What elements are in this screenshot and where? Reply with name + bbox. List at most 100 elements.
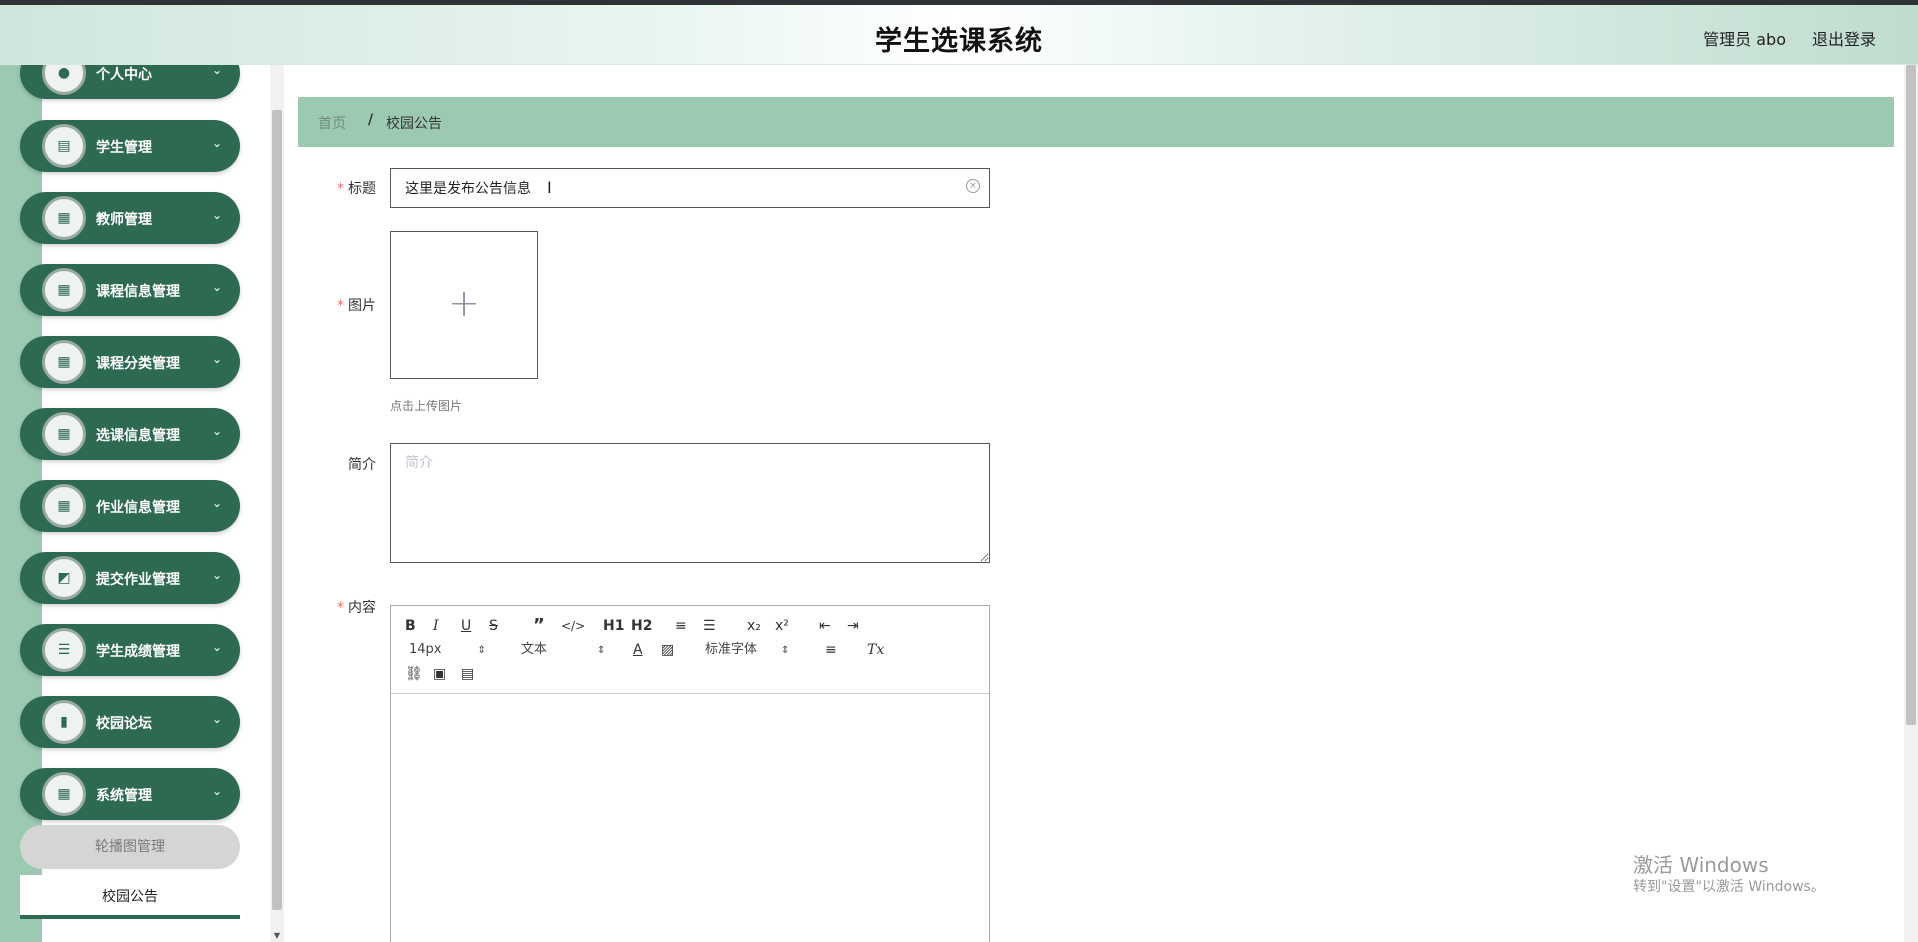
image-upload-button[interactable]: + bbox=[390, 231, 538, 379]
underline-icon[interactable]: U bbox=[461, 616, 471, 636]
breadcrumb-home-link[interactable]: 首页 bbox=[318, 113, 346, 133]
windows-activation-title: 激活 Windows bbox=[1633, 853, 1769, 877]
sidebar-item-label: 选课信息管理 bbox=[96, 428, 180, 444]
bullet-list-icon[interactable]: ☰ bbox=[703, 616, 716, 636]
font-size-value: 14px bbox=[409, 642, 442, 657]
breadcrumb-separator: / bbox=[368, 112, 374, 128]
sidebar-item-student-management[interactable]: ▤ 学生管理 ⌄ bbox=[20, 120, 240, 172]
breadcrumb-current: 校园公告 bbox=[386, 116, 442, 132]
brief-textarea[interactable] bbox=[390, 443, 990, 563]
paragraph-select[interactable]: 文本 ⇕ bbox=[521, 640, 605, 661]
editor-content-area[interactable] bbox=[391, 694, 989, 942]
heading-1-icon[interactable]: H1 bbox=[603, 616, 624, 636]
brief-label-text: 简介 bbox=[348, 457, 376, 473]
sidebar-item-course-category-management[interactable]: ▦ 课程分类管理 ⌄ bbox=[20, 336, 240, 388]
background-color-icon[interactable]: ▨ bbox=[661, 640, 674, 660]
select-arrows-icon: ⇕ bbox=[477, 645, 486, 656]
ordered-list-icon[interactable]: ≡ bbox=[675, 616, 687, 636]
app-header: 学生选课系统 管理员 abo 退出登录 bbox=[0, 5, 1918, 65]
font-size-select[interactable]: 14px ⇕ bbox=[409, 640, 486, 661]
grid-icon: ▦ bbox=[42, 196, 86, 240]
strikethrough-icon[interactable]: S bbox=[489, 616, 498, 636]
main-content: 首页 / 校园公告 *标题 I × *图片 + 点击上传图片 简介 *内容 B … bbox=[284, 65, 1904, 942]
person-icon: ● bbox=[42, 65, 86, 95]
clear-format-icon[interactable]: Tx bbox=[867, 640, 884, 660]
grid-icon: ▦ bbox=[42, 412, 86, 456]
bold-icon[interactable]: B bbox=[405, 616, 416, 636]
link-icon[interactable]: ⛓ bbox=[405, 664, 423, 684]
heading-2-icon[interactable]: H2 bbox=[631, 616, 652, 636]
brief-field-label: 简介 bbox=[312, 454, 376, 474]
breadcrumb: 首页 / 校园公告 bbox=[298, 97, 1894, 147]
select-arrows-icon: ⇕ bbox=[781, 645, 790, 656]
main-scrollbar[interactable] bbox=[1904, 65, 1918, 942]
sidebar-item-label: 课程分类管理 bbox=[96, 356, 180, 372]
code-block-icon[interactable]: </> bbox=[561, 616, 585, 636]
sidebar-item-homework-info-management[interactable]: ▦ 作业信息管理 ⌄ bbox=[20, 480, 240, 532]
chevron-down-icon: ⌄ bbox=[211, 712, 222, 726]
sidebar-item-grade-management[interactable]: ☰ 学生成绩管理 ⌄ bbox=[20, 624, 240, 676]
sidebar-item-personal-center[interactable]: ● 个人中心 ⌄ bbox=[20, 65, 240, 99]
chevron-down-icon: ⌄ bbox=[211, 280, 222, 294]
sidebar-item-label: 校园论坛 bbox=[96, 716, 152, 732]
grid-icon: ▦ bbox=[42, 340, 86, 384]
chevron-down-icon: ⌄ bbox=[211, 568, 222, 582]
sidebar-item-homework-submission-management[interactable]: ◩ 提交作业管理 ⌄ bbox=[20, 552, 240, 604]
chevron-down-icon: ⌄ bbox=[211, 208, 222, 222]
chevron-down-icon: ⌄ bbox=[211, 496, 222, 510]
sidebar-scrollbar-thumb[interactable] bbox=[272, 110, 282, 910]
sidebar-subitem-campus-notice[interactable]: 校园公告 bbox=[20, 875, 240, 919]
text-cursor-icon: I bbox=[547, 178, 552, 197]
sidebar-subitem-carousel[interactable]: 轮播图管理 bbox=[20, 825, 240, 869]
plus-icon: + bbox=[448, 281, 480, 326]
sidebar-item-campus-forum[interactable]: ▮ 校园论坛 ⌄ bbox=[20, 696, 240, 748]
rich-text-editor: B I U S ” </> H1 H2 ≡ ☰ x₂ x² ⇤ ⇥ 14px ⇕ … bbox=[390, 605, 990, 942]
sidebar-item-enrollment-management[interactable]: ▦ 选课信息管理 ⌄ bbox=[20, 408, 240, 460]
sidebar-item-label: 学生管理 bbox=[96, 140, 152, 156]
image-icon[interactable]: ▣ bbox=[433, 664, 446, 684]
upload-tip: 点击上传图片 bbox=[390, 399, 463, 413]
chevron-down-icon: ⌄ bbox=[211, 424, 222, 438]
main-scrollbar-thumb[interactable] bbox=[1906, 65, 1916, 725]
required-asterisk: * bbox=[337, 600, 344, 616]
image-label-text: 图片 bbox=[348, 298, 376, 314]
video-icon[interactable]: ▤ bbox=[461, 664, 474, 684]
sidebar-item-label: 作业信息管理 bbox=[96, 500, 180, 516]
chart-icon: ◩ bbox=[42, 556, 86, 600]
logout-link[interactable]: 退出登录 bbox=[1812, 26, 1876, 50]
chevron-down-icon: ⌄ bbox=[211, 352, 222, 366]
content-label-text: 内容 bbox=[348, 600, 376, 616]
sidebar-item-label: 课程信息管理 bbox=[96, 284, 180, 300]
sidebar-item-label: 学生成绩管理 bbox=[96, 644, 180, 660]
subscript-icon[interactable]: x₂ bbox=[747, 616, 761, 636]
chevron-down-icon: ⌄ bbox=[211, 784, 222, 798]
content-field-label: * 内容 bbox=[312, 597, 376, 617]
sidebar-item-course-info-management[interactable]: ▦ 课程信息管理 ⌄ bbox=[20, 264, 240, 316]
font-family-select[interactable]: 标准字体 ⇕ bbox=[705, 640, 789, 661]
sidebar-item-label: 个人中心 bbox=[96, 67, 152, 83]
chevron-down-icon: ⌄ bbox=[211, 136, 222, 150]
blockquote-icon[interactable]: ” bbox=[533, 616, 545, 636]
current-user: 管理员 abo bbox=[1703, 30, 1786, 49]
grid-icon: ▦ bbox=[42, 268, 86, 312]
app-title: 学生选课系统 bbox=[875, 26, 1043, 57]
align-left-icon[interactable]: ≡ bbox=[825, 640, 837, 660]
sidebar: ● 个人中心 ⌄ ▤ 学生管理 ⌄ ▦ 教师管理 ⌄ ▦ 课程信息管理 ⌄ ▦ … bbox=[0, 65, 270, 942]
grid-icon: ▦ bbox=[42, 772, 86, 816]
title-label-text: 标题 bbox=[348, 181, 376, 197]
superscript-icon[interactable]: x² bbox=[775, 616, 789, 636]
sidebar-scrollbar[interactable]: ▼ bbox=[270, 65, 284, 942]
sidebar-item-system-management[interactable]: ▦ 系统管理 ⌄ bbox=[20, 768, 240, 820]
bar-chart-icon: ▮ bbox=[42, 700, 86, 744]
chevron-down-icon: ⌄ bbox=[211, 65, 222, 77]
font-family-value: 标准字体 bbox=[705, 642, 758, 657]
outdent-icon[interactable]: ⇤ bbox=[819, 616, 831, 636]
sidebar-item-teacher-management[interactable]: ▦ 教师管理 ⌄ bbox=[20, 192, 240, 244]
clear-input-icon[interactable]: × bbox=[966, 179, 980, 193]
font-color-icon[interactable]: A bbox=[633, 640, 643, 660]
italic-icon[interactable]: I bbox=[433, 616, 439, 636]
title-input[interactable] bbox=[390, 168, 990, 208]
scroll-down-arrow-icon[interactable]: ▼ bbox=[270, 931, 284, 940]
indent-icon[interactable]: ⇥ bbox=[847, 616, 859, 636]
editor-toolbar: B I U S ” </> H1 H2 ≡ ☰ x₂ x² ⇤ ⇥ 14px ⇕ … bbox=[391, 606, 989, 694]
